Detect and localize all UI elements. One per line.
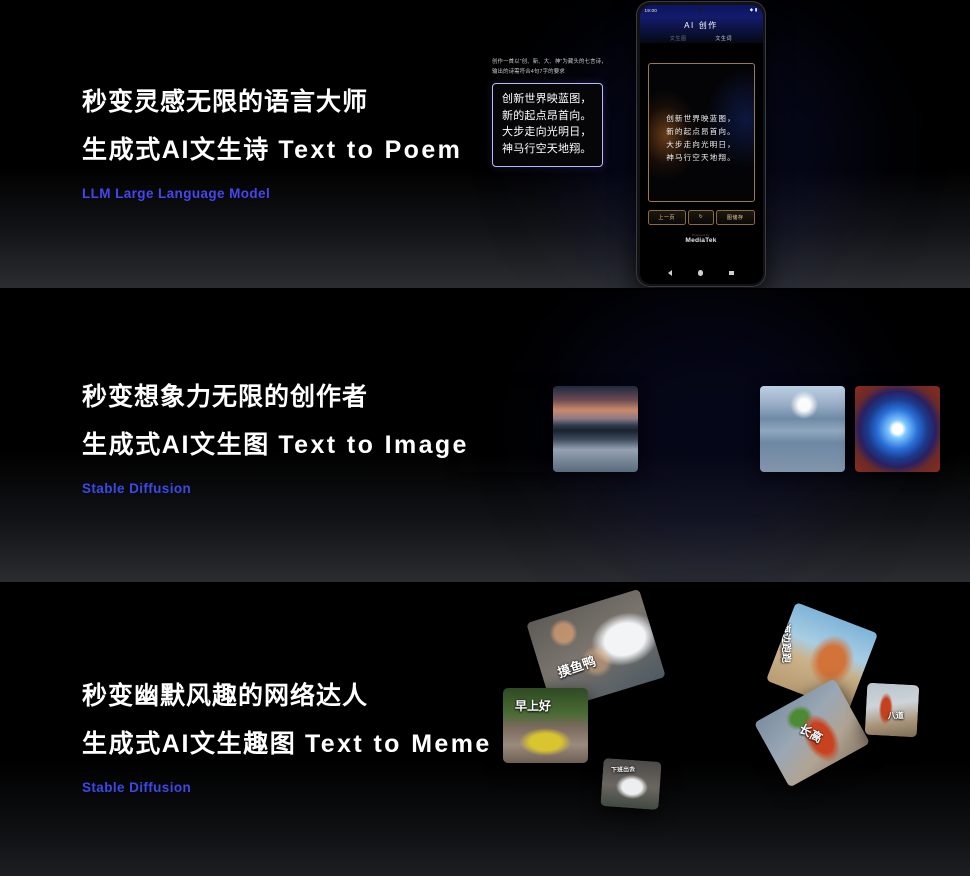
- poem-callout-line: 大步走向光明日，: [502, 126, 592, 139]
- meme-card-caption: 下班出去: [610, 766, 636, 774]
- cosmic-blue-energy-vortex-art: [855, 386, 940, 472]
- section-2-subheading-cn: 生成式AI文生图: [82, 431, 270, 459]
- section-3-subheading-en: Text to Meme: [304, 730, 492, 758]
- camera-notch-icon: [699, 8, 703, 12]
- status-icons: ◆ ▮: [749, 6, 758, 12]
- home-circle-icon[interactable]: [698, 270, 704, 276]
- prompt-callout: 创作一首以“创、新、大、神”为藏头的七言诗，输出的诗需符合4句7字的要求 创新世…: [492, 57, 614, 167]
- recents-square-icon[interactable]: [729, 270, 734, 276]
- poem-button-row: 上一页 ↻ 图储存: [647, 209, 755, 225]
- meme-card-tea[interactable]: 早上好: [503, 688, 588, 763]
- section-3-heading: 秒变幽默风趣的网络达人: [82, 682, 369, 710]
- section-text-to-meme: 秒变幽默风趣的网络达人 生成式AI文生趣图 Text to Meme Stabl…: [0, 584, 970, 876]
- battery-icon: ▮: [754, 6, 758, 12]
- section-2-subheading-en: Text to Image: [278, 431, 469, 459]
- status-bar: 19:00 ◆ ▮: [640, 5, 763, 16]
- section-1-subheading-en: Text to Poem: [278, 136, 463, 164]
- previous-page-button[interactable]: 上一页: [647, 209, 686, 225]
- section-3-subheading: 生成式AI文生趣图 Text to Meme: [82, 732, 492, 757]
- meme-card-caption: 早上好: [515, 699, 552, 713]
- section-2-subheading: 生成式AI文生图 Text to Image: [82, 433, 469, 458]
- poem-output-frame: 创新世界映蓝图， 新的起点昂首向。 大步走向光明日， 神马行空天地翔。: [647, 62, 755, 202]
- generated-image-thumbnail[interactable]: [553, 386, 638, 472]
- poem-callout-box: 创新世界映蓝图， 新的起点昂首向。 大步走向光明日， 神马行空天地翔。: [492, 83, 603, 167]
- meme-card-carrot-small[interactable]: 八道: [864, 682, 920, 738]
- phone-mockup-poem: 19:00 ◆ ▮ AI 创作 文生图 文生词 创新世界映蓝图， 新的起点昂首向…: [637, 2, 765, 286]
- tab-text-to-image[interactable]: 文生图: [670, 35, 687, 42]
- wifi-icon: ◆: [749, 6, 754, 12]
- poem-callout-line: 神马行空天地翔。: [502, 143, 592, 156]
- section-text-to-image: 秒变想象力无限的创作者 生成式AI文生图 Text to Image Stabl…: [0, 290, 970, 582]
- status-time: 19:00: [644, 7, 657, 13]
- meme-card-caption: 八道: [887, 711, 904, 721]
- section-3-copy: 秒变幽默风趣的网络达人 生成式AI文生趣图 Text to Meme Stabl…: [82, 682, 492, 796]
- section-2-copy: 秒变想象力无限的创作者 生成式AI文生图 Text to Image Stabl…: [82, 383, 469, 497]
- meme-card-goose[interactable]: 下班出去: [600, 758, 662, 810]
- section-1-subheading-cn: 生成式AI文生诗: [82, 136, 270, 164]
- section-1-heading: 秒变灵感无限的语言大师: [82, 88, 369, 116]
- save-image-button[interactable]: 图储存: [716, 209, 755, 225]
- section-2-heading: 秒变想象力无限的创作者: [82, 383, 369, 411]
- poem-callout-line: 新的起点昂首向。: [502, 109, 592, 122]
- poem-line: 大步走向光明日，: [666, 139, 736, 149]
- section-text-to-poem: 秒变灵感无限的语言大师 生成式AI文生诗 Text to Poem LLM La…: [0, 0, 970, 288]
- generated-image-thumbnail[interactable]: [760, 386, 845, 472]
- android-nav-bar: [640, 267, 763, 280]
- app-tab-bar: 文生图 文生词: [640, 35, 763, 42]
- section-3-subheading-cn: 生成式AI文生趣图: [82, 730, 297, 758]
- back-triangle-icon[interactable]: [668, 270, 673, 276]
- poem-output-text: 创新世界映蓝图， 新的起点昂首向。 大步走向光明日， 神马行空天地翔。: [649, 112, 754, 164]
- mediatek-logo-text: MediaTek: [685, 237, 717, 244]
- generated-image-thumbnail[interactable]: [855, 386, 940, 472]
- phone-screen-poem: 19:00 ◆ ▮ AI 创作 文生图 文生词 创新世界映蓝图， 新的起点昂首向…: [639, 4, 763, 284]
- tab-text-to-poem[interactable]: 文生词: [715, 35, 732, 42]
- section-2-tech-label: Stable Diffusion: [82, 481, 192, 496]
- generated-image-thumbnail[interactable]: [460, 386, 545, 472]
- slide-page: 秒变灵感无限的语言大师 生成式AI文生诗 Text to Poem LLM La…: [0, 0, 970, 876]
- prompt-instruction-text: 创作一首以“创、新、大、神”为藏头的七言诗，输出的诗需符合4句7字的要求: [492, 59, 607, 75]
- mediatek-branding: Powered by MediaTek: [640, 233, 763, 245]
- section-1-copy: 秒变灵感无限的语言大师 生成式AI文生诗 Text to Poem LLM La…: [82, 88, 462, 202]
- app-title: AI 创作: [684, 20, 718, 30]
- section-1-tech-label: LLM Large Language Model: [82, 186, 271, 201]
- poem-line: 创新世界映蓝图，: [666, 113, 736, 123]
- mountain-sunset-reflection-art: [553, 386, 638, 472]
- section-3-tech-label: Stable Diffusion: [82, 780, 192, 795]
- poem-line: 新的起点昂首向。: [666, 126, 736, 136]
- powered-by-label: Powered by: [692, 232, 710, 237]
- bubble-clouds-over-lake-art: [460, 386, 545, 472]
- poem-callout-line: 创新世界映蓝图，: [502, 93, 592, 105]
- refresh-button[interactable]: ↻: [688, 209, 714, 225]
- poem-line: 神马行空天地翔。: [666, 152, 736, 162]
- icy-blue-rocky-river-art: [760, 386, 845, 472]
- section-1-subheading: 生成式AI文生诗 Text to Poem: [82, 138, 462, 163]
